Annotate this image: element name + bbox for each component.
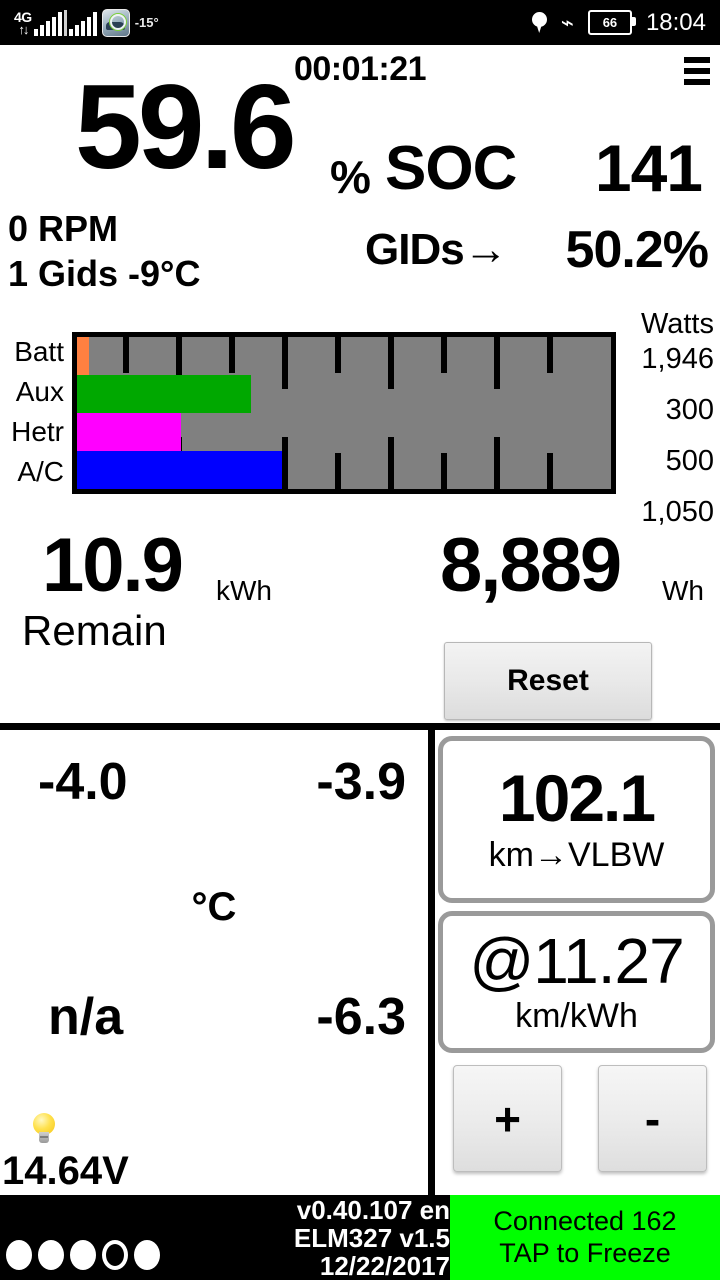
increment-button[interactable]: + — [453, 1065, 562, 1172]
chart-bar-batt — [77, 337, 89, 375]
chart-category-labels: Batt Aux Hetr A/C — [0, 332, 70, 494]
temp-top-left-value: -4.0 — [38, 753, 128, 811]
chart-label-hetr: Hetr — [11, 416, 64, 447]
aux-battery-voltage: 14.64V — [2, 1149, 129, 1193]
remaining-energy-label: Remain — [22, 607, 167, 654]
adapter-label: ELM327 v1.5 — [293, 1222, 450, 1253]
chart-value-aux: 300 — [665, 394, 714, 426]
chart-label-aux: Aux — [15, 376, 64, 407]
power-bar-chart: Batt Aux Hetr A/C Watts 1,946 300 500 1,… — [0, 310, 720, 527]
version-info-block: v0.40.107 en ELM327 v1.5 12/22/2017 — [240, 1195, 450, 1280]
external-temperature-label: -15° — [134, 15, 159, 30]
temperature-panel[interactable]: -4.0 -3.9 °C n/a -6.3 14.64V — [0, 730, 428, 1195]
remaining-energy-value: 10.9 — [42, 523, 184, 608]
range-value: 102.1 — [498, 761, 656, 836]
trip-energy-unit: Wh — [662, 575, 704, 606]
location-pin-icon — [531, 12, 547, 33]
cellular-signal-group: 4G ↑↓ — [14, 9, 97, 36]
chart-bars — [77, 337, 611, 489]
signal-bars-sim2-icon — [68, 11, 97, 36]
chart-value-hetr: 500 — [665, 445, 714, 477]
soc-row: 59.6 % SOC 141 — [0, 67, 720, 205]
page-dot-4-active[interactable] — [102, 1240, 128, 1270]
chart-plot-area — [72, 332, 616, 494]
signal-separator — [63, 9, 67, 36]
lightbulb-icon — [30, 1113, 58, 1147]
battery-percent-label: 66 — [602, 15, 618, 30]
gids-temp-label: 1 Gids -9°C — [8, 253, 201, 294]
temp-unit-label: °C — [191, 885, 237, 929]
trip-energy-value: 8,889 — [440, 523, 622, 608]
status-bar-left-group: 4G ↑↓ -15° — [14, 0, 159, 45]
range-unit-label: km→VLBW — [488, 835, 665, 874]
main-content: 00:01:21 59.6 % SOC 141 0 RPM 1 Gids -9°… — [0, 45, 720, 1195]
efficiency-unit-label: km/kWh — [515, 997, 638, 1036]
chart-bar-ac — [77, 451, 282, 489]
rpm-label: 0 RPM — [8, 208, 119, 249]
app-version-label: v0.40.107 en — [296, 1195, 450, 1225]
gids-arrow-label: GIDs→ — [365, 225, 508, 274]
efficiency-card[interactable]: @11.27 km/kWh — [438, 911, 715, 1053]
status-bar-right-group: ⌁ 66 18:04 — [531, 0, 706, 45]
clock-label: 18:04 — [645, 8, 706, 36]
reset-button[interactable]: Reset — [444, 642, 652, 720]
remaining-energy-unit: kWh — [216, 575, 272, 606]
bottom-status-bar: v0.40.107 en ELM327 v1.5 12/22/2017 Conn… — [0, 1195, 720, 1280]
range-card[interactable]: 102.1 km→VLBW — [438, 736, 715, 903]
chart-bar-aux — [77, 375, 251, 413]
page-dot-3[interactable] — [70, 1240, 96, 1270]
horizontal-divider — [0, 723, 720, 730]
firmware-date-label: 12/22/2017 — [319, 1250, 450, 1280]
chart-label-ac: A/C — [17, 456, 64, 487]
app-screen: 4G ↑↓ -15° ⌁ 66 18:04 00:01:21 59.6 % SO… — [0, 0, 720, 1280]
connection-status-line1: Connected 162 — [493, 1205, 677, 1236]
page-dot-1[interactable] — [6, 1240, 32, 1270]
decrement-button[interactable]: - — [598, 1065, 707, 1172]
chart-value-column: Watts 1,946 300 500 1,050 — [618, 310, 714, 527]
temp-bottom-right-value: -6.3 — [316, 988, 406, 1046]
temp-top-right-value: -3.9 — [316, 753, 406, 811]
chart-bar-hetr — [77, 413, 181, 451]
data-transfer-arrows-icon: ↑↓ — [18, 21, 29, 37]
chart-value-ac: 1,050 — [641, 496, 714, 528]
chart-label-batt: Batt — [14, 336, 64, 367]
vertical-divider — [428, 723, 435, 1195]
soc-label: SOC — [385, 134, 517, 203]
signal-bars-sim1-icon — [33, 11, 62, 36]
page-dot-5[interactable] — [134, 1240, 160, 1270]
chart-unit-header: Watts — [640, 308, 714, 340]
network-type-group: 4G ↑↓ — [14, 10, 32, 36]
chart-value-batt: 1,946 — [641, 343, 714, 375]
range-panel: 102.1 km→VLBW @11.27 km/kWh + - — [435, 730, 720, 1195]
bluetooth-icon: ⌁ — [560, 9, 574, 35]
connection-status-badge[interactable]: Connected 162 TAP to Freeze — [450, 1195, 720, 1280]
page-dot-2[interactable] — [38, 1240, 64, 1270]
temp-bottom-left-value: n/a — [48, 988, 124, 1046]
soc-percent-symbol: % — [330, 151, 371, 203]
battery-icon: 66 — [587, 10, 636, 35]
gids-count-value: 141 — [594, 131, 703, 205]
android-status-bar: 4G ↑↓ -15° ⌁ 66 18:04 — [0, 0, 720, 45]
soc-value: 59.6 — [75, 60, 297, 194]
page-indicator-dots[interactable] — [6, 1240, 160, 1270]
leafspy-app-icon — [101, 8, 130, 37]
efficiency-value: @11.27 — [469, 924, 684, 997]
gids-percent-value: 50.2% — [565, 221, 709, 279]
connection-status-line2: TAP to Freeze — [499, 1237, 671, 1268]
